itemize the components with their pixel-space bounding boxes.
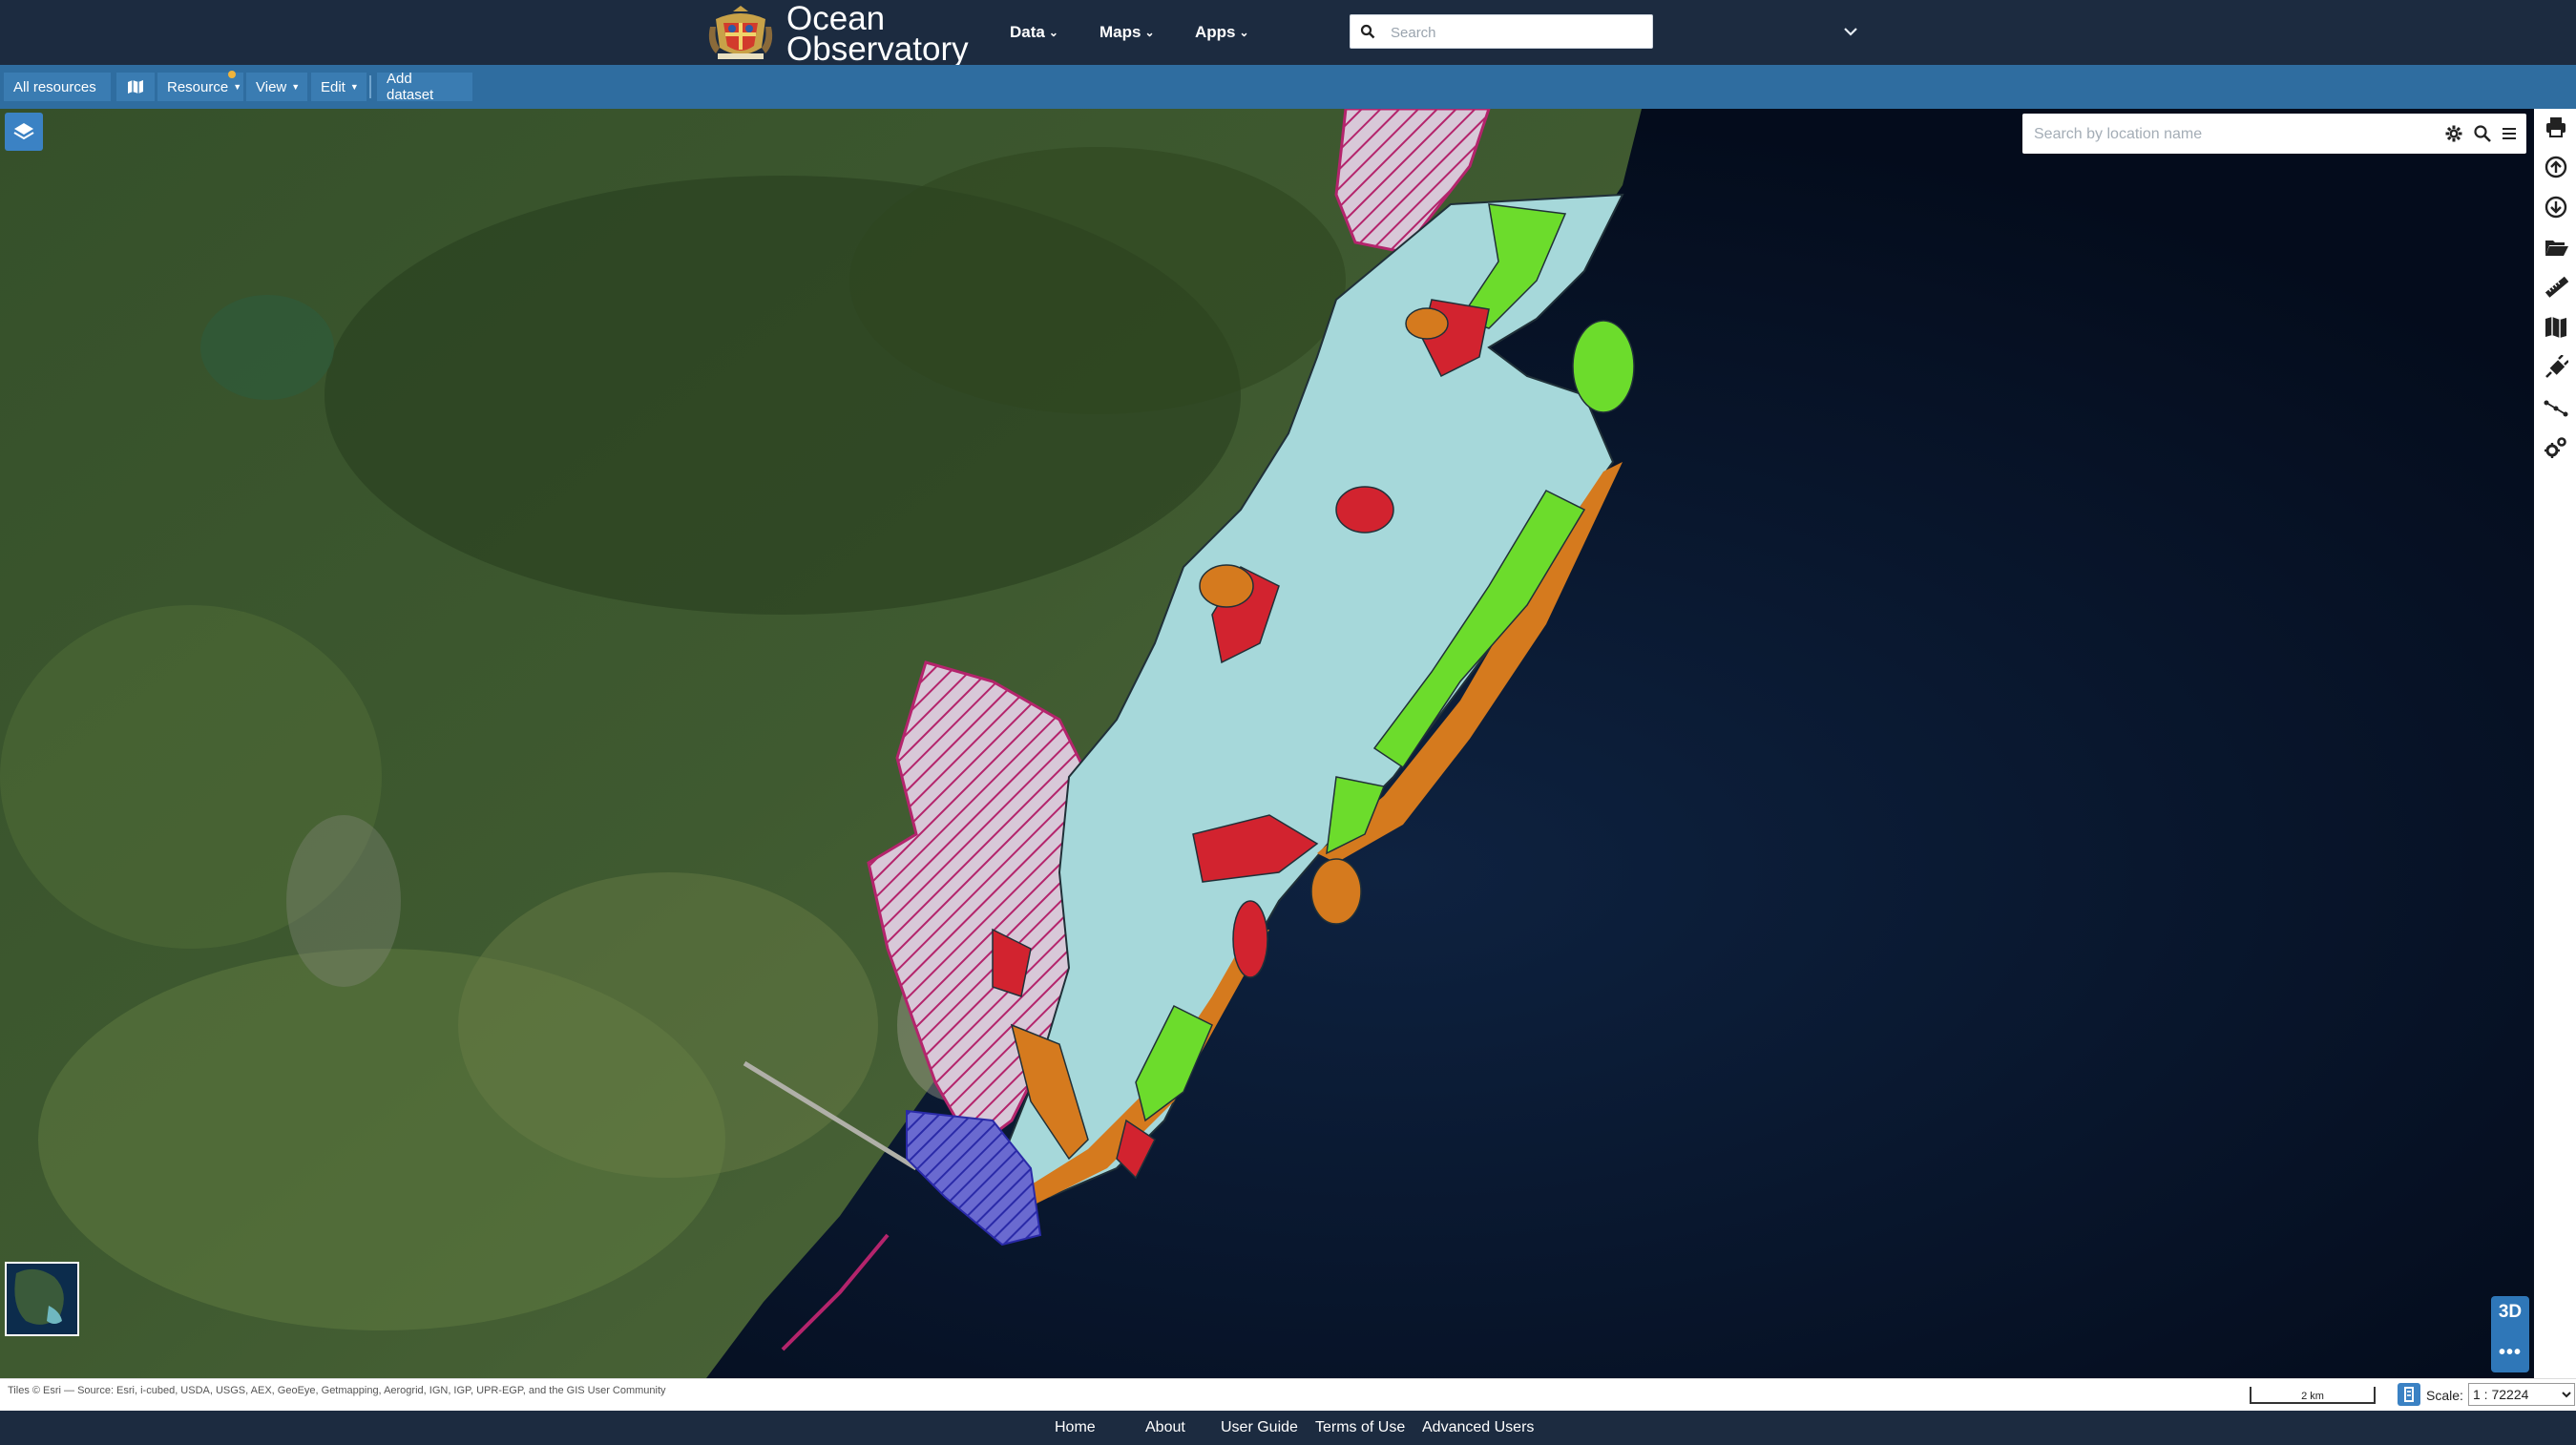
tile-attribution: Tiles © Esri — Source: Esri, i-cubed, US… xyxy=(8,1385,666,1396)
forest-area xyxy=(849,147,1346,414)
plug-icon[interactable] xyxy=(2544,355,2568,380)
view-3d-panel: 3D ••• xyxy=(2491,1296,2529,1372)
map-imagery xyxy=(0,109,2534,1378)
search-icon xyxy=(1360,24,1375,39)
gear-icon[interactable] xyxy=(2444,124,2463,143)
header-search[interactable] xyxy=(1350,14,1653,49)
nav-maps-label: Maps xyxy=(1100,23,1141,41)
caret-down-icon: ▼ xyxy=(291,82,301,92)
map-icon xyxy=(128,80,143,94)
location-search[interactable] xyxy=(2022,114,2526,154)
nav-apps[interactable]: Apps ⌄ xyxy=(1195,0,1249,65)
draw-line-icon[interactable] xyxy=(2544,395,2568,420)
map-canvas[interactable]: 3D ••• xyxy=(0,109,2534,1378)
chevron-down-icon: ⌄ xyxy=(1144,26,1155,39)
layers-button[interactable] xyxy=(5,113,43,151)
scale-label: Scale: xyxy=(2426,1388,2463,1403)
resource-menu[interactable]: Resource ▼ xyxy=(157,71,243,101)
footer-link-terms[interactable]: Terms of Use xyxy=(1315,1419,1405,1436)
menu-icon[interactable] xyxy=(2500,124,2519,143)
folder-open-icon[interactable] xyxy=(2544,235,2568,260)
map-book-icon[interactable] xyxy=(2544,315,2568,340)
search-icon[interactable] xyxy=(2473,124,2492,143)
coral-zone[interactable] xyxy=(1335,486,1394,534)
coral-zone[interactable] xyxy=(1232,900,1268,978)
reservoir xyxy=(200,295,334,400)
resource-toolbar: All resources Resource ▼ View ▼ Edit ▼ Add … xyxy=(0,65,2576,109)
tool-rail xyxy=(2534,109,2576,1378)
map-view-button[interactable] xyxy=(116,73,155,101)
upload-icon[interactable] xyxy=(2544,155,2568,179)
footer-link-about[interactable]: About xyxy=(1145,1419,1185,1436)
scale-select[interactable]: 1 : 72224 xyxy=(2468,1383,2575,1406)
farmland xyxy=(458,872,878,1178)
more-options-button[interactable]: ••• xyxy=(2491,1342,2529,1364)
nav-data[interactable]: Data ⌄ xyxy=(1010,0,1058,65)
chevron-down-icon: ⌄ xyxy=(1048,26,1058,39)
map-statusbar: Tiles © Esri — Source: Esri, i-cubed, US… xyxy=(0,1378,2576,1411)
view-menu[interactable]: View ▼ xyxy=(246,73,307,101)
print-icon[interactable] xyxy=(2544,115,2568,139)
overview-minimap[interactable] xyxy=(5,1262,79,1336)
all-resources-button[interactable]: All resources xyxy=(4,73,111,101)
islet-seagrass[interactable] xyxy=(1572,320,1635,413)
ruler-icon[interactable] xyxy=(2544,275,2568,300)
footer-link-advanced-users[interactable]: Advanced Users xyxy=(1422,1419,1534,1436)
brand-line-2: Observatory xyxy=(786,31,969,68)
footer-link-user-guide[interactable]: User Guide xyxy=(1221,1419,1298,1436)
resource-menu-label: Resource xyxy=(167,78,229,95)
footer-link-home[interactable]: Home xyxy=(1055,1419,1096,1436)
settings-cogs-icon[interactable] xyxy=(2544,435,2568,460)
coat-of-arms-logo[interactable] xyxy=(706,6,775,63)
chevron-down-icon: ⌄ xyxy=(1239,26,1249,39)
sand-zone[interactable] xyxy=(1199,564,1254,608)
nav-maps[interactable]: Maps ⌄ xyxy=(1100,0,1155,65)
location-search-input[interactable] xyxy=(2032,121,2437,148)
toolbar-divider xyxy=(369,75,371,98)
sand-zone[interactable] xyxy=(1310,858,1362,925)
minimap-imagery xyxy=(7,1264,77,1334)
edit-menu-label: Edit xyxy=(321,78,346,95)
site-footer: Home About User Guide Terms of Use Advan… xyxy=(0,1411,2576,1445)
top-header: Ocean Observatory Data ⌄ Maps ⌄ Apps ⌄ xyxy=(0,0,2576,68)
scale-bar-label: 2 km xyxy=(2301,1391,2324,1402)
nav-data-label: Data xyxy=(1010,23,1045,41)
caret-down-icon: ▼ xyxy=(349,82,359,92)
sand-zone[interactable] xyxy=(1405,307,1449,340)
view-3d-button[interactable]: 3D xyxy=(2491,1302,2529,1323)
notification-dot xyxy=(228,71,236,78)
edit-menu[interactable]: Edit ▼ xyxy=(311,73,367,101)
chevron-down-icon[interactable] xyxy=(1840,21,1861,42)
download-icon[interactable] xyxy=(2544,195,2568,220)
caret-down-icon: ▼ xyxy=(233,82,242,92)
header-search-input[interactable] xyxy=(1389,19,1641,46)
town-area xyxy=(286,815,401,987)
layers-icon xyxy=(13,123,34,140)
nav-apps-label: Apps xyxy=(1195,23,1236,41)
view-menu-label: View xyxy=(256,78,287,95)
all-resources-label: All resources xyxy=(13,78,96,95)
add-dataset-button[interactable]: Add dataset xyxy=(377,71,472,103)
scale-toggle-button[interactable] xyxy=(2398,1383,2420,1406)
add-dataset-label: Add dataset xyxy=(387,71,434,103)
brand-title[interactable]: Ocean Observatory xyxy=(786,2,969,68)
scale-bar: 2 km xyxy=(2250,1387,2376,1404)
scale-icon xyxy=(2404,1387,2414,1402)
